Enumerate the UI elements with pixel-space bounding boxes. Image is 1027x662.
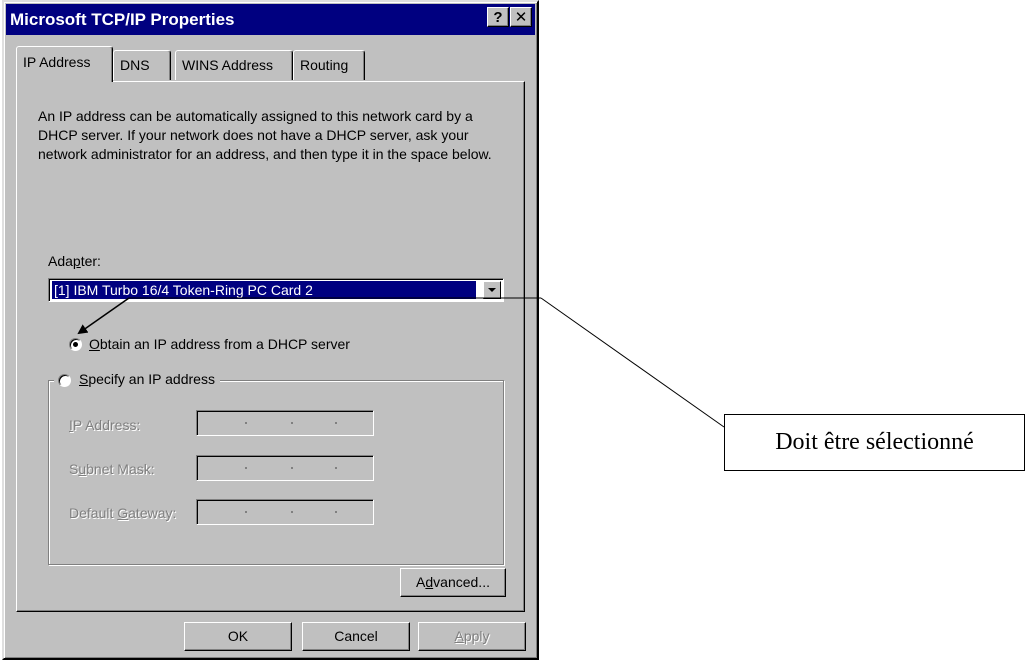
annotation-box: Doit être sélectionné: [724, 414, 1025, 471]
advanced-button[interactable]: Advanced...: [400, 568, 506, 597]
chevron-down-icon[interactable]: [483, 281, 501, 299]
ip-address-tab-panel: An IP address can be automatically assig…: [16, 81, 525, 612]
window-title: Microsoft TCP/IP Properties: [10, 10, 235, 29]
apply-button[interactable]: Apply: [418, 622, 526, 651]
screenshot-stage: Microsoft TCP/IP Properties ? ✕ IP Addre…: [0, 0, 1027, 662]
tab-dns[interactable]: DNS: [113, 50, 171, 80]
adapter-selected-value: [1] IBM Turbo 16/4 Token-Ring PC Card 2: [51, 280, 477, 300]
dhcp-radio[interactable]: [69, 338, 82, 351]
title-bar: Microsoft TCP/IP Properties: [6, 4, 535, 35]
tab-ip-address[interactable]: IP Address: [16, 46, 113, 82]
tcpip-properties-dialog: Microsoft TCP/IP Properties ? ✕ IP Addre…: [2, 0, 539, 660]
dhcp-option-label[interactable]: Obtain an IP address from a DHCP server: [89, 336, 350, 352]
subnet-mask-label: Subnet Mask:: [69, 461, 155, 477]
ip-separator-dot: [335, 511, 337, 513]
specify-ip-radio[interactable]: [58, 374, 71, 387]
ip-address-field[interactable]: [196, 410, 374, 436]
ip-separator-dot: [245, 422, 247, 424]
tab-wins-address[interactable]: WINS Address: [175, 50, 293, 80]
ip-address-label: IP Address:: [69, 417, 141, 433]
specify-option-label[interactable]: Specify an IP address: [79, 371, 215, 387]
ip-separator-dot: [335, 422, 337, 424]
description-text: An IP address can be automatically assig…: [38, 108, 492, 162]
tab-routing[interactable]: Routing: [293, 50, 365, 80]
ip-separator-dot: [291, 511, 293, 513]
callout-line: [540, 297, 725, 428]
ip-separator-dot: [245, 511, 247, 513]
ip-separator-dot: [335, 467, 337, 469]
tab-routing-label: Routing: [300, 57, 349, 73]
subnet-mask-field[interactable]: [196, 455, 374, 481]
default-gateway-label: Default Gateway:: [69, 505, 177, 521]
tab-dns-label: DNS: [120, 57, 150, 73]
ip-separator-dot: [291, 422, 293, 424]
default-gateway-field[interactable]: [196, 499, 374, 525]
cancel-button[interactable]: Cancel: [302, 622, 410, 651]
close-button[interactable]: ✕: [510, 7, 532, 27]
ip-separator-dot: [245, 467, 247, 469]
adapter-select[interactable]: [1] IBM Turbo 16/4 Token-Ring PC Card 2: [48, 278, 504, 302]
specify-ip-legend: Specify an IP address: [54, 371, 220, 389]
ip-separator-dot: [291, 467, 293, 469]
adapter-label: Adapter:: [48, 253, 101, 269]
tab-wins-address-label: WINS Address: [182, 57, 274, 73]
ok-button[interactable]: OK: [184, 622, 292, 651]
help-button[interactable]: ?: [487, 7, 509, 27]
tab-ip-address-label: IP Address: [23, 54, 91, 70]
